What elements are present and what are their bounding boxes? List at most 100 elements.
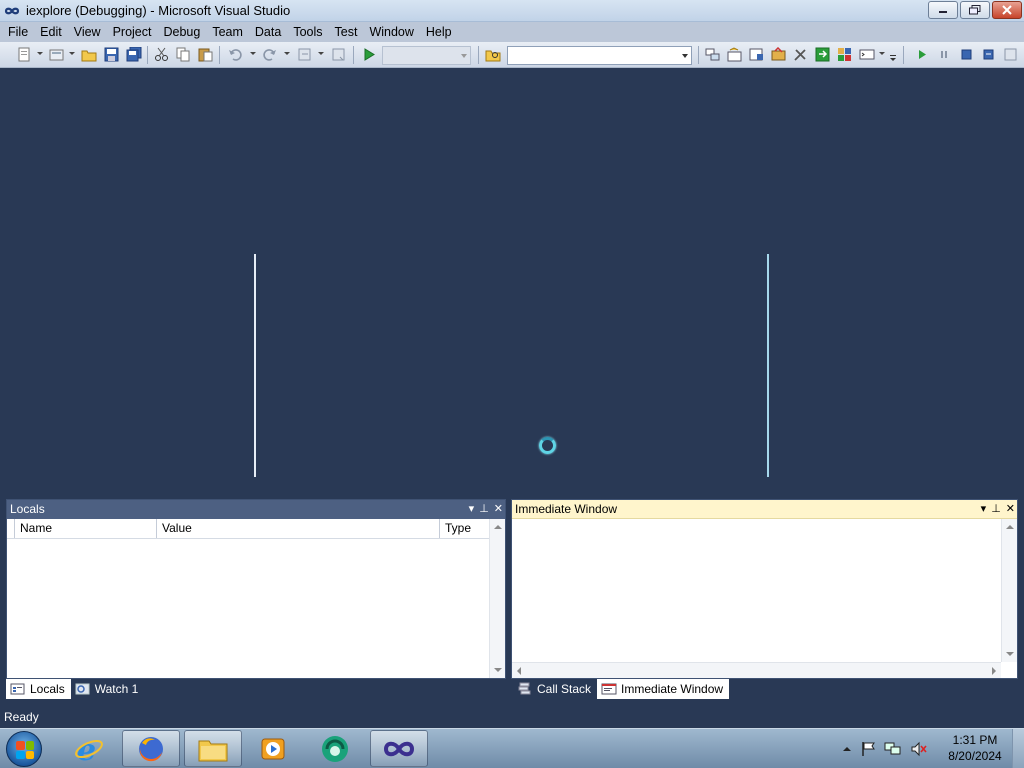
clock-time: 1:31 PM [952, 733, 998, 747]
restart-icon[interactable] [980, 46, 997, 63]
break-all-icon[interactable] [936, 46, 953, 63]
taskbar-firefox[interactable] [122, 730, 180, 767]
right-tool-window-tabs: Call Stack Immediate Window [513, 679, 730, 700]
taskbar-visual-studio[interactable] [370, 730, 428, 767]
immediate-vertical-scrollbar[interactable] [1001, 519, 1017, 662]
locals-icon [10, 682, 26, 696]
window-position-dropdown-icon[interactable]: ▾ [469, 500, 475, 519]
taskbar-internet-explorer[interactable]: e [60, 730, 118, 767]
close-icon[interactable]: ✕ [494, 500, 503, 519]
auto-hide-pin-icon[interactable]: ⊥ [991, 500, 1001, 519]
close-button[interactable] [992, 1, 1022, 19]
scroll-right-icon[interactable] [992, 667, 996, 675]
navigate-backward-icon[interactable] [296, 46, 313, 63]
locals-column-headers: Name Value Type [7, 519, 505, 539]
new-project-icon[interactable] [16, 46, 33, 63]
menu-tools[interactable]: Tools [287, 22, 328, 42]
tab-call-stack-label: Call Stack [537, 682, 592, 696]
menu-data[interactable]: Data [249, 22, 287, 42]
class-view-icon[interactable] [836, 46, 853, 63]
tab-watch-1[interactable]: Watch 1 [71, 679, 145, 699]
add-item-icon[interactable] [48, 46, 65, 63]
tab-call-stack[interactable]: Call Stack [513, 679, 597, 699]
minimize-button[interactable] [928, 1, 958, 19]
auto-hide-pin-icon[interactable]: ⊥ [479, 500, 489, 519]
show-hidden-icons-icon[interactable] [842, 744, 852, 754]
chevron-down-icon [679, 47, 691, 64]
restore-icon [969, 5, 981, 15]
close-icon [1002, 5, 1012, 15]
cut-icon[interactable] [153, 46, 170, 63]
menu-window[interactable]: Window [363, 22, 419, 42]
chevron-down-icon [458, 47, 470, 64]
start-debugging-icon[interactable] [360, 46, 377, 63]
column-header-type[interactable]: Type [440, 519, 489, 538]
immediate-horizontal-scrollbar[interactable] [512, 662, 1001, 678]
close-icon[interactable]: ✕ [1006, 500, 1015, 519]
scroll-down-icon[interactable] [1006, 652, 1014, 656]
title-bar: iexplore (Debugging) - Microsoft Visual … [0, 0, 1024, 22]
taskbar-cyberlink[interactable] [306, 730, 364, 767]
continue-icon[interactable] [914, 46, 931, 63]
command-window-icon[interactable] [858, 46, 875, 63]
watch-icon [75, 682, 91, 696]
menu-team[interactable]: Team [206, 22, 249, 42]
taskbar-file-explorer[interactable] [184, 730, 242, 767]
toolbar-options-icon[interactable] [888, 46, 897, 63]
solution-explorer-icon[interactable] [704, 46, 721, 63]
tab-immediate-window[interactable]: Immediate Window [597, 679, 730, 699]
locals-panel: Locals ▾ ⊥ ✕ Name Value Type [6, 499, 506, 679]
redo-icon[interactable] [261, 46, 278, 63]
loading-spinner-icon [539, 437, 556, 454]
menu-help[interactable]: Help [420, 22, 458, 42]
step-into-icon[interactable] [1002, 46, 1019, 63]
tab-locals[interactable]: Locals [6, 679, 71, 699]
scroll-up-icon[interactable] [494, 525, 502, 529]
undo-icon[interactable] [227, 46, 244, 63]
show-desktop-button[interactable] [1012, 729, 1024, 768]
menu-test[interactable]: Test [329, 22, 364, 42]
immediate-text-area[interactable] [512, 519, 1001, 662]
paste-icon[interactable] [197, 46, 214, 63]
immediate-panel-header: Immediate Window ▾ ⊥ ✕ [512, 500, 1017, 519]
save-icon[interactable] [103, 46, 120, 63]
action-center-flag-icon[interactable] [860, 741, 876, 757]
stop-debugging-icon[interactable] [958, 46, 975, 63]
restore-button[interactable] [960, 1, 990, 19]
start-page-icon[interactable] [814, 46, 831, 63]
volume-muted-icon[interactable] [910, 741, 928, 757]
document-area [0, 69, 1024, 497]
find-in-files-icon[interactable] [484, 46, 501, 63]
tools-icon[interactable] [792, 46, 809, 63]
file-explorer-icon [198, 740, 228, 761]
solution-configuration-combo[interactable] [382, 46, 471, 65]
menu-edit[interactable]: Edit [34, 22, 68, 42]
column-header-name[interactable]: Name [15, 519, 157, 538]
window-position-dropdown-icon[interactable]: ▾ [981, 500, 987, 519]
column-header-value[interactable]: Value [157, 519, 440, 538]
start-button[interactable] [6, 731, 42, 767]
menu-project[interactable]: Project [107, 22, 158, 42]
save-all-icon[interactable] [125, 46, 142, 63]
menu-file[interactable]: File [2, 22, 34, 42]
taskbar-media-player[interactable] [244, 730, 302, 767]
visual-studio-infinity-icon [4, 4, 20, 18]
tab-immediate-window-label: Immediate Window [621, 682, 724, 696]
properties-window-icon[interactable] [726, 46, 743, 63]
network-icon[interactable] [884, 741, 902, 757]
scroll-down-icon[interactable] [494, 668, 502, 672]
visual-studio-icon [383, 741, 415, 756]
navigate-forward-icon[interactable] [330, 46, 347, 63]
scroll-up-icon[interactable] [1006, 525, 1014, 529]
toolbox-icon[interactable] [770, 46, 787, 63]
menu-view[interactable]: View [68, 22, 107, 42]
copy-icon[interactable] [175, 46, 192, 63]
locals-vertical-scrollbar[interactable] [489, 519, 505, 678]
scroll-left-icon[interactable] [517, 667, 521, 675]
open-file-icon[interactable] [80, 46, 97, 63]
menu-debug[interactable]: Debug [157, 22, 206, 42]
tab-watch-1-label: Watch 1 [94, 682, 139, 696]
object-browser-icon[interactable] [748, 46, 765, 63]
find-combo[interactable] [507, 46, 692, 65]
taskbar-clock[interactable]: 1:31 PM 8/20/2024 [940, 732, 1010, 764]
